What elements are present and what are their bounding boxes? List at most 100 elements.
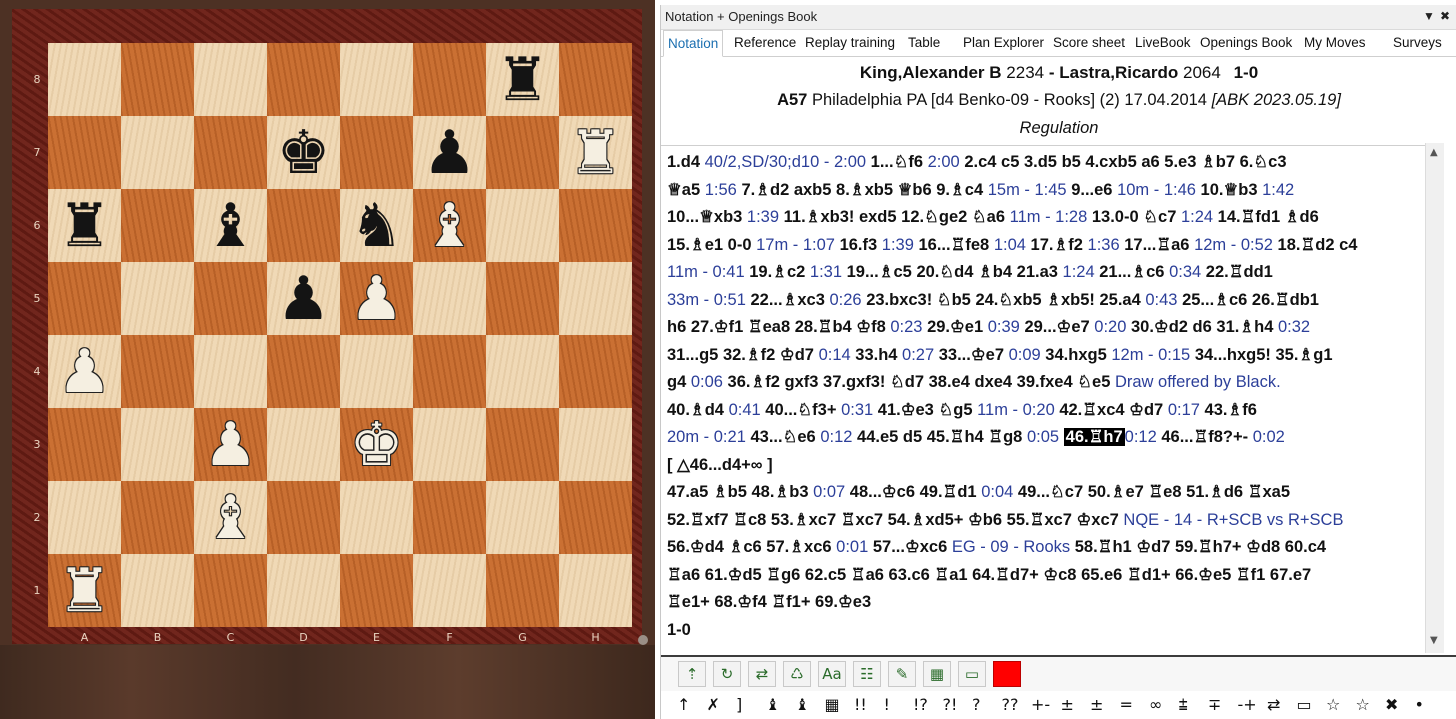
move-text[interactable]: 16...♖fe8: [918, 236, 993, 254]
move-text[interactable]: 48...♔c6 49.♖d1: [850, 483, 981, 501]
square-f1[interactable]: [413, 554, 486, 627]
square-f5[interactable]: [413, 262, 486, 335]
move-text[interactable]: 43.♗f6: [1205, 401, 1257, 419]
square-e8[interactable]: [340, 43, 413, 116]
tab-my-moves[interactable]: My Moves: [1300, 30, 1370, 55]
move-comment[interactable]: 0:39: [988, 318, 1025, 336]
square-a8[interactable]: [48, 43, 121, 116]
move-text[interactable]: 29.♔e1: [927, 318, 988, 336]
black-rook-icon[interactable]: ♜: [58, 196, 112, 256]
move-text[interactable]: 34...hxg5! 35.♗g1: [1195, 346, 1333, 364]
move-comment[interactable]: 1:24: [1063, 263, 1100, 281]
square-e6[interactable]: ♞: [340, 189, 413, 262]
move-text[interactable]: 1-0: [667, 621, 691, 639]
move-text[interactable]: 19.♗c2: [749, 263, 810, 281]
red-color-icon[interactable]: [993, 661, 1021, 687]
square-d7[interactable]: ♚: [267, 116, 340, 189]
tab-notation[interactable]: Notation: [663, 30, 724, 57]
move-text[interactable]: 19...♗c5 20.♘d4 ♗b4 21.a3: [847, 263, 1063, 281]
square-c6[interactable]: ♝: [194, 189, 267, 262]
move-text[interactable]: 34.hxg5: [1045, 346, 1111, 364]
move-text[interactable]: 21...♗c6: [1099, 263, 1169, 281]
square-g1[interactable]: [486, 554, 559, 627]
square-c4[interactable]: [194, 335, 267, 408]
square-b6[interactable]: [121, 189, 194, 262]
move-comment[interactable]: 1:36: [1088, 236, 1125, 254]
square-h5[interactable]: [559, 262, 632, 335]
black-rook-icon[interactable]: ♜: [496, 50, 550, 110]
move-comment[interactable]: 0:07: [813, 483, 850, 501]
arrows-icon[interactable]: ⇄: [748, 661, 776, 687]
black-pawn-icon[interactable]: ♟: [423, 123, 477, 183]
square-f7[interactable]: ♟: [413, 116, 486, 189]
move-text[interactable]: 11.♗xb3! exd5 12.♘ge2 ♘a6: [784, 208, 1010, 226]
tab-score-sheet[interactable]: Score sheet: [1049, 30, 1129, 55]
square-g3[interactable]: [486, 408, 559, 481]
eraser-icon[interactable]: ▭: [958, 661, 986, 687]
board-options-dot[interactable]: [638, 635, 648, 645]
move-text[interactable]: 41.♔e3 ♘g5: [878, 401, 977, 419]
move-comment[interactable]: 17m - 1:07: [756, 236, 839, 254]
square-f8[interactable]: [413, 43, 486, 116]
move-text[interactable]: 9...e6: [1071, 181, 1117, 199]
move-comment[interactable]: 0:43: [1145, 291, 1182, 309]
square-a7[interactable]: [48, 116, 121, 189]
move-text[interactable]: ♖e1+ 68.♔f4 ♖f1+ 69.♔e3: [667, 593, 871, 611]
move-text[interactable]: 40.♗d4: [667, 401, 729, 419]
square-d1[interactable]: [267, 554, 340, 627]
move-comment[interactable]: 33m - 0:51: [667, 291, 750, 309]
move-text[interactable]: ♖a6 61.♔d5 ♖g6 62.c5 ♖a6 63.c6 ♖a1 64.♖d…: [667, 566, 1311, 584]
move-text[interactable]: 36.♗f2 gxf3 37.gxf3! ♘d7 38.e4 dxe4 39.f…: [728, 373, 1115, 391]
move-comment[interactable]: 0:26: [829, 291, 866, 309]
move-comment[interactable]: 0:32: [1278, 318, 1310, 336]
square-d5[interactable]: ♟: [267, 262, 340, 335]
square-g4[interactable]: [486, 335, 559, 408]
move-text[interactable]: 44.e5 d5 45.♖h4 ♖g8: [857, 428, 1027, 446]
move-comment[interactable]: 11m - 0:20: [977, 401, 1059, 419]
square-e3[interactable]: ♚: [340, 408, 413, 481]
move-comment[interactable]: 0:23: [890, 318, 927, 336]
move-comment[interactable]: 1:24: [1181, 208, 1218, 226]
move-text[interactable]: 56.♔d4 ♗c6 57.♗xc6: [667, 538, 836, 556]
square-h1[interactable]: [559, 554, 632, 627]
white-king-icon[interactable]: ♚: [350, 415, 404, 475]
square-a3[interactable]: [48, 408, 121, 481]
panel-menu-icon[interactable]: ▼: [1423, 9, 1435, 23]
annotation-symbol-button[interactable]: ∓: [1208, 695, 1221, 714]
move-text[interactable]: 7.♗d2 axb5 8.♗xb5 ♕b6 9.♗c4: [741, 181, 987, 199]
annotation-symbol-button[interactable]: ?: [972, 695, 981, 714]
tab-openings-book[interactable]: Openings Book: [1196, 30, 1296, 55]
move-text[interactable]: 29...♔e7: [1024, 318, 1094, 336]
square-a2[interactable]: [48, 481, 121, 554]
square-b8[interactable]: [121, 43, 194, 116]
square-h6[interactable]: [559, 189, 632, 262]
move-comment[interactable]: 1:31: [810, 263, 847, 281]
notation-scrollbar[interactable]: ▲ ▼: [1425, 143, 1444, 653]
move-comment[interactable]: 40/2,SD/30;d10 - 2:00: [705, 153, 871, 171]
annotation-symbol-button[interactable]: ✖: [1385, 695, 1398, 714]
move-comment[interactable]: 1:39: [747, 208, 784, 226]
annotation-symbol-button[interactable]: ±: [1090, 695, 1103, 714]
annotation-symbol-button[interactable]: ∞: [1149, 695, 1162, 714]
move-text[interactable]: g4: [667, 373, 691, 391]
square-b5[interactable]: [121, 262, 194, 335]
move-comment[interactable]: Draw offered by Black.: [1115, 373, 1281, 391]
black-king-icon[interactable]: ♚: [277, 123, 331, 183]
move-comment[interactable]: 1:42: [1262, 181, 1294, 199]
move-text[interactable]: 2.c4 c5 3.d5 b5 4.cxb5 a6 5.e3 ♗b7 6.♘c3: [964, 153, 1286, 171]
annotation-symbol-button[interactable]: !: [884, 695, 890, 714]
board-icon[interactable]: ▦: [923, 661, 951, 687]
black-pawn-icon[interactable]: ♟: [277, 269, 331, 329]
move-comment[interactable]: 1:56: [705, 181, 742, 199]
square-d4[interactable]: [267, 335, 340, 408]
move-text[interactable]: 46...♖f8?+-: [1161, 428, 1252, 446]
move-text[interactable]: 23.bxc3! ♘b5 24.♘xb5 ♗xb5! 25.a4: [866, 291, 1145, 309]
move-text[interactable]: 16.f3: [840, 236, 882, 254]
move-text[interactable]: 13.0-0 ♘c7: [1092, 208, 1181, 226]
annotation-symbol-button[interactable]: ±: [1061, 695, 1074, 714]
move-comment[interactable]: 0:09: [1009, 346, 1046, 364]
move-text[interactable]: 30.♔d2 d6 31.♗h4: [1131, 318, 1278, 336]
move-comment[interactable]: 1:39: [882, 236, 919, 254]
square-d3[interactable]: [267, 408, 340, 481]
move-comment[interactable]: 0:12: [820, 428, 857, 446]
